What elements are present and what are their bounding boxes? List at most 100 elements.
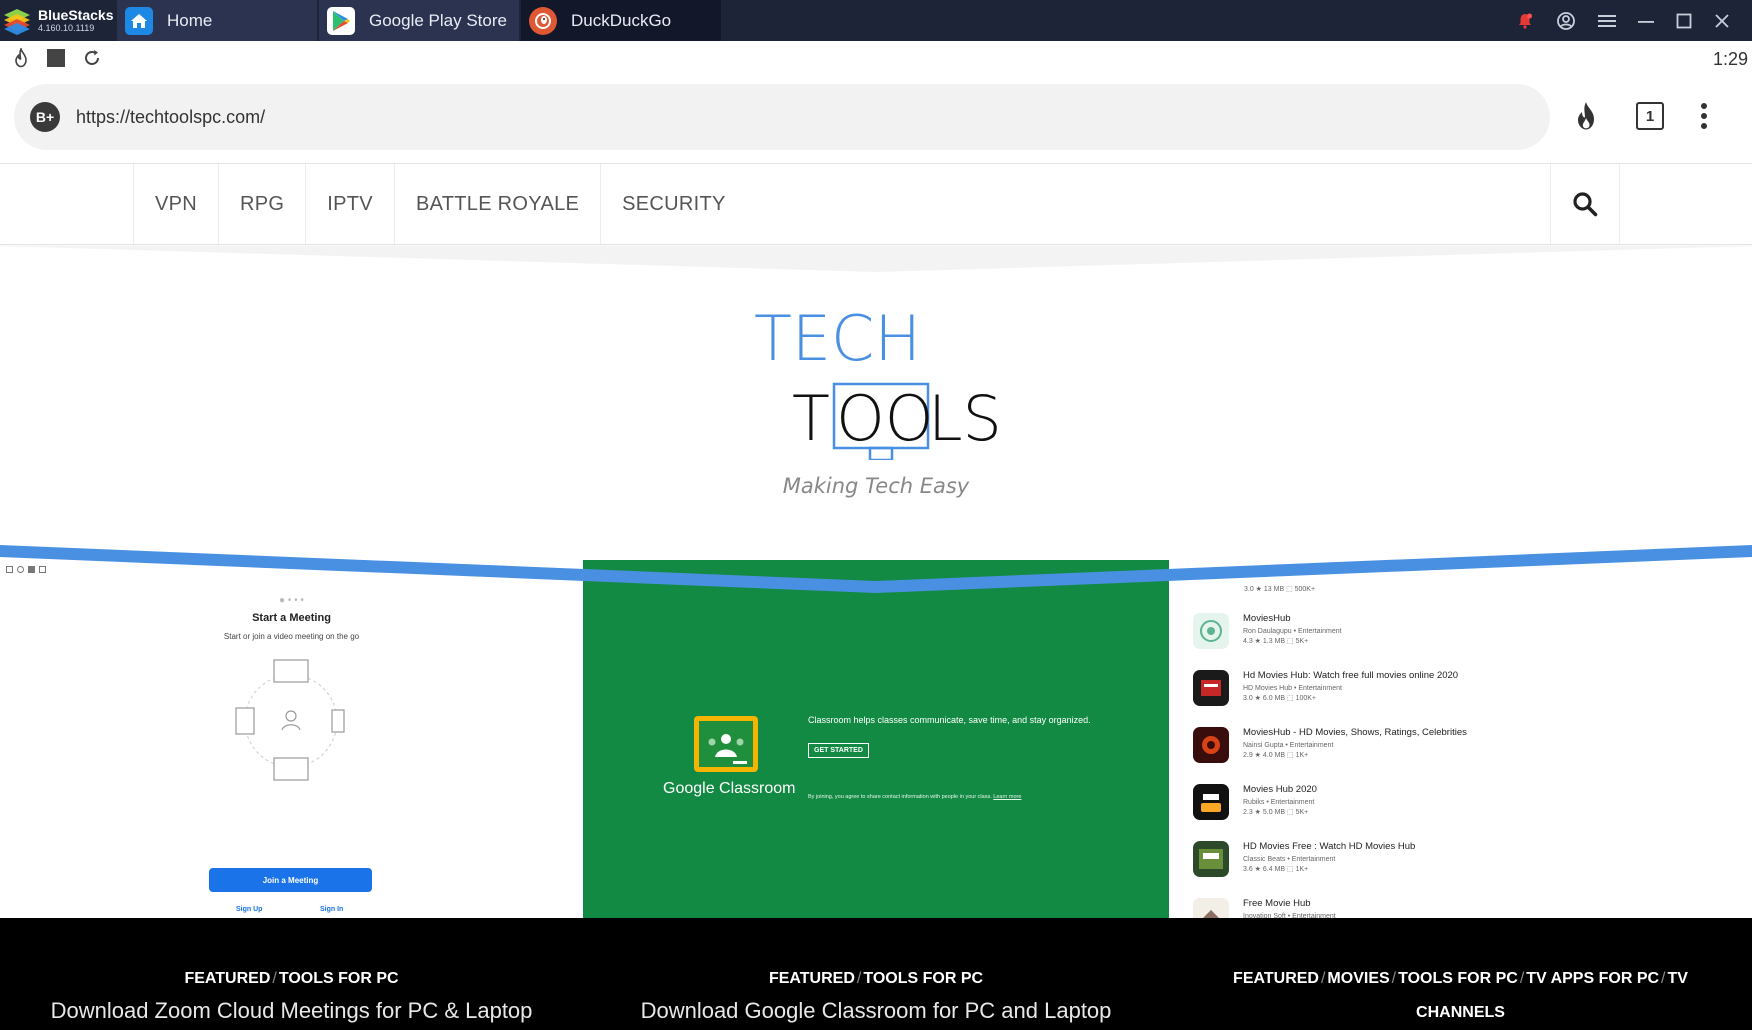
nav-item-iptv[interactable]: IPTV xyxy=(305,164,394,244)
category-list: FEATURED / TOOLS FOR PC xyxy=(184,970,399,987)
app-developer: Ron Daulagupu • Entertainment xyxy=(1243,628,1342,635)
close-icon[interactable] xyxy=(1714,13,1730,29)
category-link[interactable]: TOOLS FOR PC xyxy=(863,970,983,987)
list-item[interactable]: MoviesHub Ron Daulagupu • Entertainment … xyxy=(1193,613,1342,649)
bluestacks-brand: BlueStacks 4.160.10.1119 xyxy=(0,0,117,41)
nav-item-rpg[interactable]: RPG xyxy=(218,164,305,244)
app-meta: 3.6 ★ 6.4 MB ⬚ 1K+ xyxy=(1243,866,1309,873)
category-link[interactable]: TV APPS FOR PC xyxy=(1526,970,1659,987)
app-developer: Classic Beats • Entertainment xyxy=(1243,856,1336,863)
app-icon xyxy=(1193,841,1229,877)
tab-home[interactable]: Home xyxy=(117,0,317,41)
app-meta: 3.0 ★ 6.0 MB ⬚ 100K+ xyxy=(1243,695,1317,702)
tab-duckduckgo[interactable]: DuckDuckGo xyxy=(521,0,721,41)
post-title[interactable]: Download Google Classroom for PC and Lap… xyxy=(583,998,1169,1024)
app-meta: 4.3 ★ 1.3 MB ⬚ 5K+ xyxy=(1243,638,1309,645)
list-item[interactable]: HD Movies Free : Watch HD Movies Hub Cla… xyxy=(1193,841,1415,877)
list-item[interactable]: MoviesHub - HD Movies, Shows, Ratings, C… xyxy=(1193,727,1467,763)
app-name: HD Movies Free : Watch HD Movies Hub xyxy=(1243,841,1416,852)
nav-item-security[interactable]: SECURITY xyxy=(600,164,747,244)
list-item[interactable]: Movies Hub 2020 Rubiks • Entertainment 2… xyxy=(1193,784,1317,820)
account-icon[interactable] xyxy=(1556,11,1576,31)
card-movieshub-thumbnail[interactable]: 3.0 ★ 13 MB ⬚ 500K+ MoviesHub Ron Daulag… xyxy=(1169,560,1752,930)
category-link[interactable]: TOOLS FOR PC xyxy=(1398,970,1518,987)
join-meeting-button[interactable]: Join a Meeting xyxy=(209,868,372,892)
app-meta: 2.3 ★ 5.0 MB ⬚ 5K+ xyxy=(1243,809,1309,816)
card-caption-movieshub: FEATURED / MOVIES / TOOLS FOR PC / TV APPS FOR… xyxy=(1169,968,1752,1024)
logo-tools-oo: OO xyxy=(836,382,934,455)
category-link[interactable]: FEATURED xyxy=(1233,970,1319,987)
nav-menu: VPN RPG IPTV BATTLE ROYALE SECURITY xyxy=(133,164,747,244)
techtools-logo: TECH T OO LS xyxy=(754,302,1002,462)
card-zoom-thumbnail[interactable]: ● • • • Start a Meeting Start or join a … xyxy=(0,560,583,930)
tab-label: Home xyxy=(167,10,213,30)
site-tagline: Making Tech Easy xyxy=(782,474,970,498)
nav-item-vpn[interactable]: VPN xyxy=(133,164,218,244)
category-link[interactable]: CHANNELS xyxy=(1169,1002,1752,1024)
site-search-button[interactable] xyxy=(1550,164,1620,244)
brand-name: BlueStacks xyxy=(38,7,114,23)
blue-banner-stripe xyxy=(0,545,1752,593)
app-icon xyxy=(1193,670,1229,706)
window-controls xyxy=(1516,0,1752,41)
category-link[interactable]: TOOLS FOR PC xyxy=(279,970,399,987)
zoom-heading: Start a Meeting xyxy=(252,612,331,624)
get-started-button[interactable]: GET STARTED xyxy=(808,743,869,758)
classroom-brand: Google Classroom xyxy=(663,780,796,797)
home-icon xyxy=(125,6,153,35)
minimize-icon[interactable] xyxy=(1638,13,1654,29)
search-icon xyxy=(1573,192,1598,217)
app-developer: Nainsi Gupta • Entertainment xyxy=(1243,742,1334,749)
browser-actions: 1 xyxy=(1572,100,1708,132)
post-title[interactable]: Download Zoom Cloud Meetings for PC & La… xyxy=(0,998,583,1024)
tab-label: Google Play Store xyxy=(369,10,507,30)
duckduckgo-icon xyxy=(529,6,557,35)
app-meta: 2.9 ★ 4.0 MB ⬚ 1K+ xyxy=(1243,752,1309,759)
category-list: FEATURED / MOVIES / TOOLS FOR PC / TV APPS FOR… xyxy=(1233,970,1688,987)
logo-tech: TECH xyxy=(754,302,921,375)
card-classroom-thumbnail[interactable]: Google Classroom Classroom helps classes… xyxy=(583,560,1169,930)
app-icon xyxy=(1193,784,1229,820)
card-caption-zoom: FEATURED / TOOLS FOR PC Download Zoom Clou… xyxy=(0,968,583,1024)
address-bar[interactable]: B+ https://techtoolspc.com/ xyxy=(14,84,1550,150)
category-list: FEATURED / TOOLS FOR PC xyxy=(768,970,984,987)
app-icon xyxy=(1193,727,1229,763)
meeting-illustration xyxy=(235,659,345,781)
app-name: Free Movie Hub xyxy=(1243,898,1311,909)
app-name: Movies Hub 2020 xyxy=(1243,784,1317,795)
category-link[interactable]: FEATURED xyxy=(769,970,855,987)
category-link[interactable]: MOVIES xyxy=(1327,970,1389,987)
browser-badge-icon[interactable]: B+ xyxy=(30,102,60,132)
play-store-icon xyxy=(327,6,355,35)
site-logo[interactable]: TECH T OO LS xyxy=(750,300,1010,462)
overflow-menu-icon[interactable] xyxy=(1700,102,1708,130)
category-link[interactable]: TV xyxy=(1668,970,1688,987)
site-navigation: VPN RPG IPTV BATTLE ROYALE SECURITY xyxy=(0,163,1752,245)
app-name: Hd Movies Hub: Watch free full movies on… xyxy=(1243,670,1459,681)
app-name: MoviesHub xyxy=(1243,613,1291,624)
classroom-legal: By joining, you agree to share contact i… xyxy=(808,794,1021,800)
nav-item-battle-royale[interactable]: BATTLE ROYALE xyxy=(393,164,600,244)
stop-icon xyxy=(47,49,65,67)
page-dots: ● • • • xyxy=(279,595,304,606)
fire-icon xyxy=(15,48,27,68)
learn-more-link[interactable]: Learn more xyxy=(993,794,1021,800)
bluestacks-window: BlueStacks 4.160.10.1119 Home Google Pla… xyxy=(0,0,1752,1030)
app-icon xyxy=(1193,613,1229,649)
classroom-description: Classroom helps classes communicate, sav… xyxy=(808,715,1091,725)
list-item[interactable]: Hd Movies Hub: Watch free full movies on… xyxy=(1193,670,1458,706)
refresh-icon xyxy=(85,50,99,65)
tab-google-play-store[interactable]: Google Play Store xyxy=(319,0,519,41)
category-link[interactable]: FEATURED xyxy=(184,970,270,987)
app-name: MoviesHub - HD Movies, Shows, Ratings, C… xyxy=(1243,727,1467,738)
app-developer: Rubiks • Entertainment xyxy=(1243,799,1315,806)
notification-bell-icon[interactable] xyxy=(1516,12,1534,30)
brand-version: 4.160.10.1119 xyxy=(38,23,95,33)
card-caption-classroom: FEATURED / TOOLS FOR PC Download Google Cl… xyxy=(583,968,1169,1024)
fire-button-icon[interactable] xyxy=(1572,100,1600,132)
menu-icon[interactable] xyxy=(1598,13,1616,29)
tab-label: DuckDuckGo xyxy=(571,10,672,30)
tab-switcher-button[interactable]: 1 xyxy=(1636,102,1664,130)
url-text[interactable]: https://techtoolspc.com/ xyxy=(76,107,265,128)
maximize-icon[interactable] xyxy=(1676,13,1692,29)
